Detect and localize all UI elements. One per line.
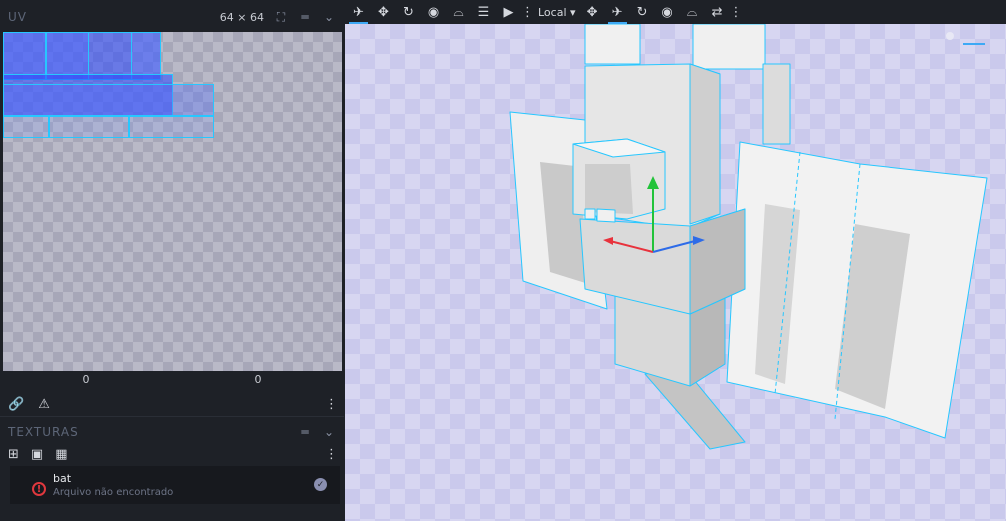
uv-toolbar: 🔗 ⚠ ⋮ [0,393,344,415]
warning-icon[interactable]: ⚠ [38,397,50,412]
space-label: Local [538,5,567,19]
link-icon[interactable]: 🔗 [8,397,24,412]
play-icon[interactable]: ▶ [496,0,521,24]
app-window: { "uv_panel": { "title": "UV", "size": "… [0,0,1006,521]
resize-tool-icon[interactable]: ✥ [371,0,396,24]
uv-panel-title: UV [8,10,27,24]
model-render [509,24,988,450]
textures-panel-title: TEXTURAS [8,424,79,439]
ear-right[interactable] [692,24,766,70]
snap-icon[interactable]: ⌓ [680,0,705,24]
texture-status: Arquivo não encontrado [53,487,174,498]
move-tool-icon[interactable]: ✈ [346,0,371,24]
wing-rear[interactable] [762,63,791,145]
uv-face[interactable] [129,116,214,138]
create-texture-icon[interactable]: ▦ [55,447,67,462]
textures-panel-header: TEXTURAS ═ ⌄ [0,416,344,446]
uv-panel-header: UV 64 × 64 ⛶ ═ ⌄ [0,2,344,32]
uv-coord-y: 0 [254,373,262,386]
texture-toolbar: ⊞ ▣ ▦ ⋮ [0,445,344,463]
uv-face[interactable] [3,116,49,138]
uv-coordinates: 0 0 [0,373,344,393]
uv-face[interactable] [3,84,214,116]
more-vertical-icon[interactable]: ⋮ [730,0,743,24]
ear-left[interactable] [584,24,641,65]
uv-face[interactable] [49,116,129,138]
more-vertical-icon[interactable]: ⋮ [325,447,338,462]
chevron-down-icon[interactable]: ⌄ [322,425,336,439]
uv-face[interactable] [46,32,89,80]
panel-menu-icon[interactable]: ═ [298,425,312,439]
chevron-down-icon[interactable]: ⌄ [322,10,336,24]
panel-menu-icon[interactable]: ═ [298,10,312,24]
viewport-3d[interactable] [345,24,1006,521]
move-icon[interactable]: ✥ [580,0,605,24]
fullscreen-icon[interactable]: ⛶ [274,10,288,24]
resize-icon[interactable]: ✈ [605,0,630,24]
texture-name: bat [53,472,72,485]
uv-coord-x: 0 [82,373,90,386]
rotate-tool-icon[interactable]: ↻ [396,0,421,24]
add-texture-icon[interactable]: ⊞ [8,447,19,462]
error-icon: ! [32,482,46,496]
check-icon[interactable]: ✓ [314,478,327,491]
import-texture-icon[interactable]: ▣ [31,447,43,462]
uv-face[interactable] [131,32,161,80]
left-sidebar: UV 64 × 64 ⛶ ═ ⌄ 0 0 🔗 ⚠ ⋮ TEXTURAS ═ ⌄ [0,0,344,521]
texture-list-item[interactable]: ! bat Arquivo não encontrado ✓ [10,466,340,504]
mirror-icon[interactable]: ⇄ [705,0,730,24]
filter-icon[interactable]: ☰ [471,0,496,24]
vertex-snap-icon[interactable]: ⌓ [446,0,471,24]
pivot-icon[interactable]: ◉ [655,0,680,24]
view-cube-icon[interactable] [946,32,985,45]
uv-size-label[interactable]: 64 × 64 [220,11,264,24]
rotate-icon[interactable]: ↻ [630,0,655,24]
more-vertical-icon[interactable]: ⋮ [521,0,534,24]
space-dropdown[interactable]: Local ▾ [534,0,580,24]
main-toolbar: ✈ ✥ ↻ ◉ ⌓ ☰ ▶ ⋮ Local ▾ ✥ ✈ ↻ ◉ ⌓ ⇄ ⋮ [344,0,1006,24]
uv-face[interactable] [3,32,46,80]
pivot-tool-icon[interactable]: ◉ [421,0,446,24]
uv-editor-canvas[interactable] [3,32,342,371]
more-vertical-icon[interactable]: ⋮ [325,397,338,412]
